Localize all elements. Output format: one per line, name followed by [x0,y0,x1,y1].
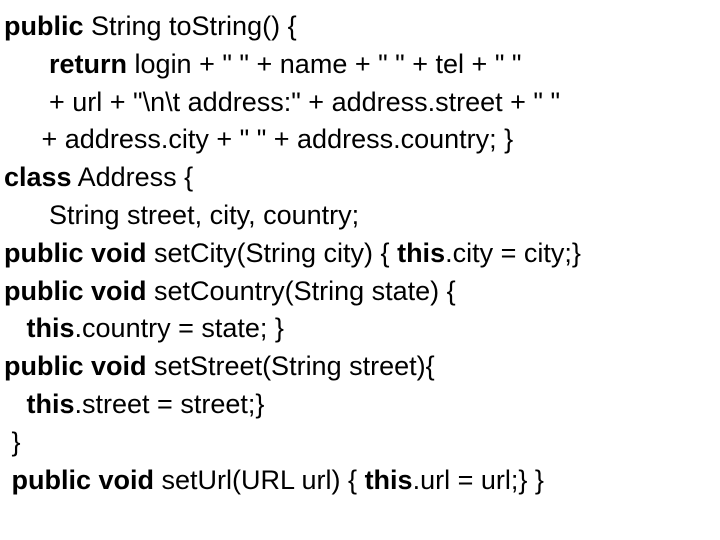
code-line-7: public void setCity(String city) { this.… [4,235,716,273]
code-line-8: public void setCountry(String state) { [4,273,716,311]
keyword-class: class [4,162,72,192]
code-text: setCountry(String state) { [147,276,456,306]
keyword-this: this [397,238,445,268]
indent [4,465,12,495]
code-text: .url = url;} } [413,465,544,495]
keyword-public: public [4,11,84,41]
code-snippet: public String toString() { return login … [0,0,720,499]
code-line-10: public void setStreet(String street){ [4,348,716,386]
code-text: .country = state; } [75,313,284,343]
code-text: + url + "\n\t address:" + address.street… [4,87,560,117]
keyword-this: this [365,465,413,495]
keyword-public-void: public void [4,276,147,306]
code-text: .city = city;} [445,238,581,268]
code-line-13: public void setUrl(URL url) { this.url =… [4,462,716,500]
code-text: String toString() { [84,11,305,41]
code-line-3: + url + "\n\t address:" + address.street… [4,84,716,122]
code-text: setUrl(URL url) { [154,465,365,495]
indent [4,313,27,343]
code-line-5: class Address { [4,159,716,197]
keyword-public-void: public void [4,351,147,381]
keyword-this: this [27,313,75,343]
indent [4,389,27,419]
code-line-2: return login + " " + name + " " + tel + … [4,46,716,84]
code-text: String street, city, country; [4,200,359,230]
code-text: } [4,427,21,457]
keyword-return: return [49,49,127,79]
code-text: login + " " + name + " " + tel + " " [127,49,521,79]
code-line-12: } [4,424,716,462]
code-text: .street = street;} [75,389,265,419]
code-text: setCity(String city) { [147,238,398,268]
code-text: setStreet(String street){ [147,351,435,381]
code-line-4: + address.city + " " + address.country; … [4,121,716,159]
keyword-public-void: public void [12,465,155,495]
code-text: + address.city + " " + address.country; … [4,124,513,154]
code-text: Address { [72,162,194,192]
code-line-1: public String toString() { [4,8,716,46]
keyword-public-void: public void [4,238,147,268]
code-line-11: this.street = street;} [4,386,716,424]
code-line-6: String street, city, country; [4,197,716,235]
keyword-this: this [27,389,75,419]
indent [4,49,49,79]
code-line-9: this.country = state; } [4,310,716,348]
